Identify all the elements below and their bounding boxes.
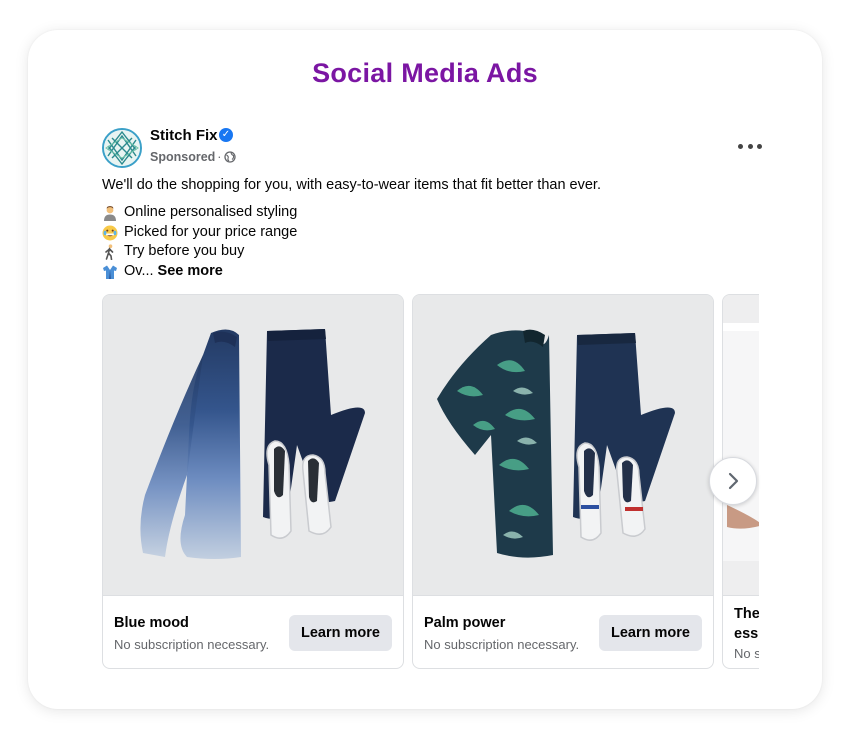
product-image[interactable] (413, 295, 713, 596)
carousel-next-button[interactable] (709, 457, 757, 505)
separator-dot: · (217, 150, 222, 164)
shirt-emoji-icon (103, 265, 117, 279)
person-emoji-icon (104, 205, 116, 221)
stitch-fix-logo-avatar[interactable] (102, 128, 142, 168)
verified-badge-icon: ✓ (219, 128, 233, 142)
post-text: We'll do the shopping for you, with easy… (102, 176, 782, 282)
bullet-item: Picked for your price range (102, 223, 782, 243)
card-description: No subscription necessary. (114, 637, 270, 652)
chevron-right-icon (728, 472, 739, 490)
post-intro: We'll do the shopping for you, with easy… (102, 177, 601, 193)
card-headline-line: ess (734, 626, 759, 642)
bullet-item: Ov... See more (102, 262, 782, 282)
bullet-item: Online personalised styling (102, 203, 782, 223)
learn-more-button[interactable]: Learn more (289, 615, 392, 651)
learn-more-button[interactable]: Learn more (599, 615, 702, 651)
bullet-text: Ov... (124, 263, 154, 280)
post-header: Stitch Fix ✓ Sponsored · (102, 126, 762, 168)
globe-icon (224, 151, 237, 163)
person-walking-emoji-icon (105, 244, 114, 261)
bullet-text: Picked for your price range (124, 223, 298, 240)
product-image[interactable] (103, 295, 403, 596)
more-options-button[interactable] (738, 136, 762, 156)
card-headline[interactable]: Blue mood (114, 615, 189, 631)
page-name-link[interactable]: Stitch Fix (150, 127, 218, 144)
product-image[interactable] (723, 295, 759, 596)
bullet-item: Try before you buy (102, 242, 782, 262)
bullet-text: Try before you buy (124, 243, 245, 260)
see-more-link[interactable]: See more (158, 262, 223, 282)
more-dot-icon (738, 143, 743, 149)
card-footer: Palm power No subscription necessary. Le… (413, 596, 713, 668)
bullet-text: Online personalised styling (124, 204, 298, 220)
page-title: Social Media Ads (312, 58, 538, 88)
more-dot-icon (757, 143, 762, 149)
sponsored-label[interactable]: Sponsored (150, 150, 215, 164)
card-footer: Blue mood No subscription necessary. Lea… (103, 596, 403, 668)
card-headline[interactable]: Palm power (424, 615, 505, 631)
grinning-face-emoji-icon (102, 225, 118, 241)
card-footer: The ess No s (723, 596, 759, 668)
more-dot-icon (747, 143, 753, 149)
carousel-card[interactable]: Palm power No subscription necessary. Le… (412, 294, 714, 669)
card-headline-line: The (734, 606, 759, 622)
card-headline[interactable]: The ess (734, 604, 759, 644)
card-description: No subscription necessary. (424, 637, 580, 652)
carousel-card[interactable]: Blue mood No subscription necessary. Lea… (102, 294, 404, 669)
sponsored-line: Sponsored · (150, 150, 237, 164)
ad-showcase-card: Social Media Ads Stitch Fix ✓ Sponsored … (28, 30, 822, 709)
card-description: No s (734, 646, 759, 661)
ad-carousel[interactable]: Blue mood No subscription necessary. Lea… (102, 294, 759, 669)
